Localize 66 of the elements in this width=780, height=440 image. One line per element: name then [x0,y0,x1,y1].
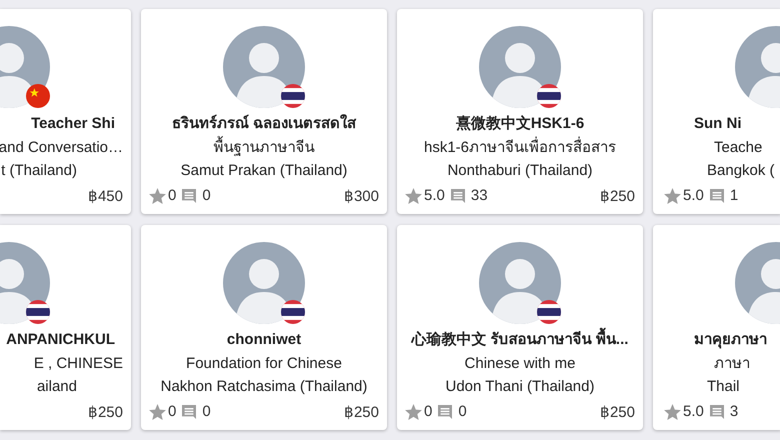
comment-icon [710,188,724,202]
rating-value: 5.0 [424,186,445,206]
location-text: Thail [707,377,740,397]
course-title: Chinese with me [464,354,576,374]
flag-icon [537,300,561,324]
location-text: Nonthaburi (Thailand) [447,161,593,181]
location-text: Nakhon Ratchasima (Thailand) [160,377,368,397]
star-icon [405,404,422,420]
rating-value: 5.0 [683,402,704,422]
comment-icon [450,188,465,202]
teacher-card[interactable]: ธรินทร์ภรณ์ ฉลองเนตรสดใส พื้นฐานภาษาจีน Samut Prakan (Thailand) 0 0 ฿300 [141,9,387,214]
price-text: ฿250 [600,402,635,420]
location-text: t (Thailand) [1,161,77,181]
rating-value: 0 [168,186,176,206]
teacher-card[interactable]: 心瑜教中文 รับสอนภาษาจีน พื้น... Chinese with me Udon Thani (Thailand) 0 0 ฿250 [397,225,643,430]
price-text: ฿250 [600,186,635,204]
flag-icon [26,300,50,324]
flag-icon [281,300,305,324]
star-icon [664,188,681,204]
course-title: hsk1-6ภาษาจีนเพื่อการสื่อสาร [424,136,616,158]
star-icon [149,404,166,420]
review-count: 0 [202,402,211,422]
location-text: ailand [36,377,77,397]
flag-icon [537,84,561,108]
teacher-card[interactable]: มาคุยภาษา ภาษา Thail 5.0 3 [653,225,780,430]
teacher-name: ธรินทร์ภรณ์ ฉลองเนตรสดใส [172,113,356,134]
star-icon [149,188,166,204]
course-title: ภาษา [714,354,750,374]
star-icon [405,188,422,204]
teacher-card[interactable]: chonniwet Foundation for Chinese Nakhon Ratchasima (Thailand) 0 0 ฿250 [141,225,387,430]
course-title: Teache [714,138,762,158]
teacher-card[interactable]: ANPANICHKUL E , CHINESE ailand ฿250 [0,225,131,430]
teacher-card[interactable]: Sun Ni Teache Bangkok ( 5.0 1 [653,9,780,214]
price-text: ฿450 [88,186,123,204]
price-text: ฿300 [344,186,379,204]
teacher-name: 心瑜教中文 รับสอนภาษาจีน พื้น... [412,328,628,352]
rating-value: 0 [168,402,176,422]
rating-value: 0 [424,402,432,422]
teacher-name: Teacher Shi [31,114,115,134]
review-count: 0 [458,402,467,422]
review-count: 3 [730,402,738,422]
comment-icon [182,404,196,418]
location-text: Udon Thani (Thailand) [446,377,594,397]
teacher-card[interactable]: 熹微教中文HSK1-6 hsk1-6ภาษาจีนเพื่อการสื่อสาร Nonthaburi (Thailand) 5.0 33 ฿250 [397,9,643,214]
teacher-name: มาคุยภาษา [694,330,767,350]
review-count: 1 [730,186,738,206]
flag-icon [26,84,50,108]
comment-icon [438,404,452,418]
teacher-name: 熹微教中文HSK1-6 [456,114,584,134]
comment-icon [710,404,724,418]
flag-icon [281,84,305,108]
rating-value: 5.0 [683,186,704,206]
teacher-name: ANPANICHKUL [6,330,115,350]
course-title: พื้นฐานภาษาจีน [214,136,314,159]
teacher-name: Sun Ni [694,114,742,134]
teacher-name: chonniwet [226,330,302,350]
review-count: 33 [470,186,488,206]
star-icon [664,404,681,420]
comment-icon [182,188,196,202]
location-text: Bangkok ( [707,161,775,181]
price-text: ฿250 [88,402,123,420]
location-text: Samut Prakan (Thailand) [180,161,348,181]
review-count: 0 [202,186,211,206]
price-text: ฿250 [344,402,379,420]
course-title: E , CHINESE [34,354,123,374]
course-title: Foundation for Chinese [186,354,342,374]
